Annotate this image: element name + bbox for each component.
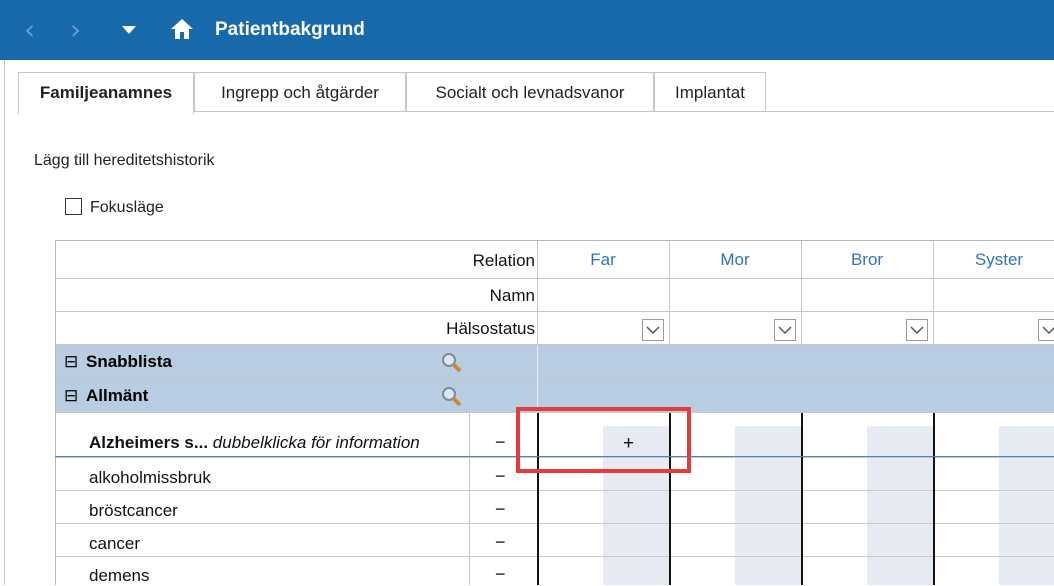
column-divider [933, 413, 935, 585]
health-status-dropdown[interactable] [642, 319, 664, 341]
section-snabblista[interactable]: ⊟ Snabblista [56, 345, 1054, 379]
search-icon[interactable] [440, 351, 462, 373]
relation-far[interactable]: Far [537, 250, 669, 270]
section-label: Snabblista [86, 352, 172, 371]
condition-name[interactable]: bröstcancer [89, 501, 178, 521]
collapse-icon[interactable]: ⊟ [64, 386, 78, 406]
condition-row[interactable] [56, 524, 1054, 557]
add-heredity-label: Lägg till hereditetshistorik [34, 152, 215, 169]
grid-line [537, 345, 538, 413]
health-status-dropdown[interactable] [1038, 319, 1054, 341]
condition-value[interactable]: − [495, 564, 506, 585]
relation-bror[interactable]: Bror [801, 250, 933, 270]
condition-row[interactable] [56, 557, 1054, 585]
relation-syster[interactable]: Syster [933, 250, 1054, 270]
tab-implantat[interactable]: Implantat [654, 72, 766, 112]
condition-row[interactable] [56, 491, 1054, 524]
home-icon[interactable] [170, 18, 194, 40]
focus-mode-checkbox[interactable] [65, 198, 82, 215]
condition-value[interactable]: − [495, 466, 506, 487]
name-row: Namn [56, 279, 1054, 312]
condition-value[interactable]: − [495, 532, 506, 553]
collapse-icon[interactable]: ⊟ [64, 352, 78, 372]
health-status-label: Hälsostatus [446, 319, 535, 338]
condition-title: Alzheimers s... [89, 433, 209, 452]
focus-mode-label: Fokusläge [90, 199, 164, 216]
health-status-dropdown[interactable] [774, 319, 796, 341]
tab-ingrepp[interactable]: Ingrepp och åtgärder [194, 72, 406, 112]
section-label: Allmänt [86, 386, 149, 405]
search-icon[interactable] [440, 385, 462, 407]
relation-mor[interactable]: Mor [669, 250, 801, 270]
name-label: Namn [489, 286, 535, 305]
condition-value[interactable]: − [495, 432, 506, 453]
title-bar [0, 0, 1054, 60]
tab-underline [194, 111, 1054, 112]
condition-name[interactable]: demens [89, 566, 149, 586]
forward-button[interactable]: › [70, 0, 81, 60]
highlight-box [516, 407, 691, 473]
condition-name[interactable]: alkoholmissbruk [89, 468, 211, 488]
relation-label: Relation [472, 251, 535, 270]
condition-value[interactable]: − [495, 499, 506, 520]
grid-line [469, 413, 470, 585]
column-divider [801, 413, 803, 585]
tab-familjeanamnes[interactable]: Familjeanamnes [18, 72, 194, 114]
page-title: Patientbakgrund [215, 19, 365, 40]
condition-name[interactable]: cancer [89, 534, 140, 554]
condition-hint: dubbelklicka för information [212, 433, 420, 452]
chevron-down-icon[interactable] [122, 26, 136, 34]
health-status-dropdown[interactable] [906, 319, 928, 341]
tab-socialt[interactable]: Socialt och levnadsvanor [406, 72, 654, 112]
back-button[interactable]: ‹ [24, 0, 35, 60]
health-status-row: Hälsostatus [56, 312, 1054, 345]
condition-name[interactable]: Alzheimers s... dubbelklicka för informa… [89, 433, 420, 453]
